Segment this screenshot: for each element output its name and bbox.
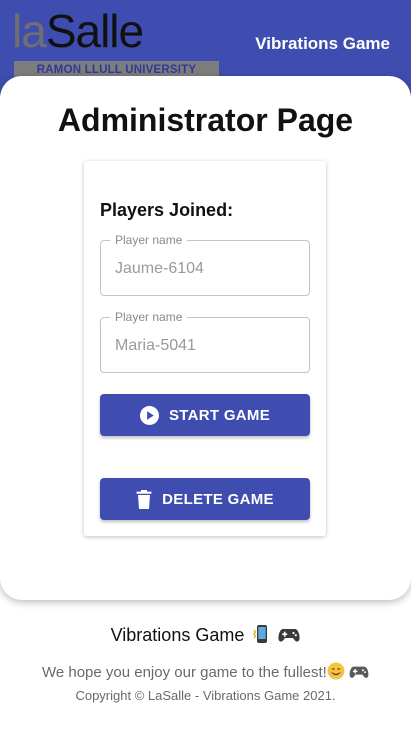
delete-game-label: DELETE GAME: [162, 490, 274, 508]
players-heading: Players Joined:: [100, 200, 234, 220]
player-name-label: Player name: [110, 310, 188, 324]
play-circle-icon: [139, 405, 159, 425]
gamepad-icon: [349, 664, 369, 684]
logo-salle: Salle: [45, 5, 144, 57]
delete-game-button[interactable]: DELETE GAME: [100, 478, 310, 520]
player-name-field-1[interactable]: Player name Jaume-6104: [100, 233, 310, 296]
gamepad-icon: [278, 626, 300, 649]
phone-vibrate-icon: [251, 624, 271, 649]
logo-wordmark: laSalle: [12, 5, 144, 57]
player-name-value: Maria-5041: [115, 337, 196, 354]
footer-title: Vibrations Game: [0, 624, 411, 649]
start-game-label: START GAME: [168, 406, 271, 424]
footer-title-text: Vibrations Game: [110, 625, 245, 645]
lasalle-logo[interactable]: laSalle RAMON LLULL UNIVERSITY: [12, 6, 220, 80]
trash-icon: [136, 489, 152, 509]
player-name-value: Jaume-6104: [115, 260, 204, 277]
start-game-button[interactable]: START GAME: [100, 394, 310, 436]
footer-message-text: We hope you enjoy our game to the fulles…: [41, 664, 327, 681]
page-title: Administrator Page: [57, 102, 354, 138]
logo-la: la: [12, 5, 47, 57]
footer-message: We hope you enjoy our game to the fulles…: [0, 662, 411, 684]
footer-copyright: Copyright © LaSalle - Vibrations Game 20…: [75, 688, 336, 703]
smiling-face-icon: [327, 662, 345, 684]
player-name-field-2[interactable]: Player name Maria-5041: [100, 310, 310, 373]
player-name-label: Player name: [110, 233, 188, 247]
app-title: Vibrations Game: [255, 34, 390, 53]
